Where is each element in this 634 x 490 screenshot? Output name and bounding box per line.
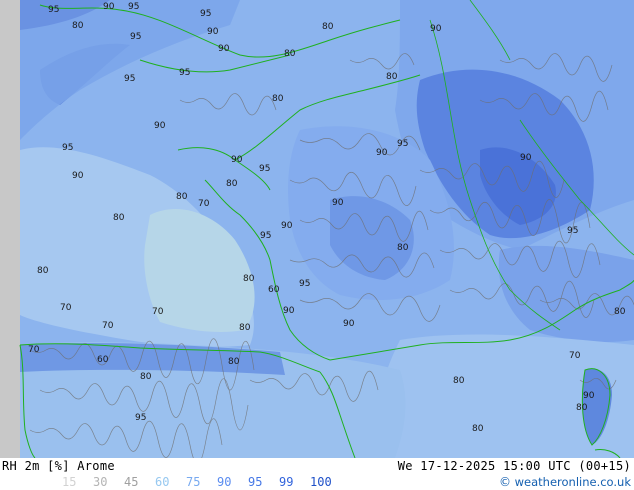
contour-label: 95	[48, 5, 59, 15]
contour-label: 80	[472, 424, 484, 434]
contour-label: 90	[376, 148, 388, 158]
valid-time: We 17-12-2025 15:00 UTC (00+15)	[397, 459, 631, 473]
contour-label: 80	[453, 376, 465, 386]
contour-label: 70	[28, 345, 40, 355]
contour-label: 80	[614, 307, 626, 317]
legend-value: 15	[62, 475, 77, 489]
contour-label: 80	[239, 323, 251, 333]
contour-label: 70	[198, 199, 210, 209]
contour-label: 80	[397, 243, 409, 253]
contour-label: 90	[520, 153, 532, 163]
contour-label: 90	[207, 27, 219, 37]
contour-label: 95	[128, 2, 139, 12]
contour-label: 95	[130, 32, 141, 42]
contour-label: 80	[576, 403, 588, 413]
map-title: RH 2m [%] Arome	[2, 459, 115, 473]
contour-label: 80	[284, 49, 296, 59]
contour-label: 80	[386, 72, 398, 82]
legend-value: 45	[124, 475, 139, 489]
contour-label: 90	[154, 121, 166, 131]
contour-label: 90	[283, 306, 295, 316]
legend-value: 99	[279, 475, 294, 489]
legend-value: 90	[217, 475, 232, 489]
contour-label: 95	[179, 68, 190, 78]
contour-label: 90	[231, 155, 243, 165]
weather-map: 95 90 95 80 95 90 95 80 90 95 80 90 80 9…	[0, 0, 634, 458]
legend-value: 30	[93, 475, 108, 489]
contour-label: 70	[60, 303, 72, 313]
credit-text: weatheronline.co.uk	[510, 475, 631, 489]
contour-label: 80	[37, 266, 49, 276]
contour-label: 95	[260, 231, 271, 241]
contour-label: 90	[281, 221, 293, 231]
legend-value: 60	[155, 475, 170, 489]
contour-label: 90	[218, 44, 230, 54]
contour-label: 80	[226, 179, 238, 189]
contour-label: 90	[72, 171, 84, 181]
contour-label: 80	[176, 192, 188, 202]
contour-label: 95	[259, 164, 270, 174]
contour-label: 90	[103, 2, 115, 12]
contour-label: 80	[322, 22, 334, 32]
contour-label: 90	[583, 391, 595, 401]
contour-label: 90	[343, 319, 355, 329]
credit-link[interactable]: © weatheronline.co.uk	[499, 475, 631, 489]
legend-value: 75	[186, 475, 201, 489]
contour-label: 80	[113, 213, 125, 223]
legend-value: 100	[310, 475, 332, 489]
contour-label: 95	[62, 143, 73, 153]
contour-label: 60	[268, 285, 280, 295]
contour-label: 95	[135, 413, 146, 423]
contour-label: 80	[243, 274, 255, 284]
contour-label: 90	[430, 24, 442, 34]
contour-label: 70	[569, 351, 581, 361]
legend-value: 95	[248, 475, 263, 489]
color-scale-legend: 15 30 45 60 75 90 95 99 100	[62, 475, 341, 489]
contour-label: 95	[124, 74, 135, 84]
copyright-symbol: ©	[498, 475, 511, 489]
contour-label: 95	[299, 279, 310, 289]
contour-label: 70	[152, 307, 164, 317]
contour-label: 80	[72, 21, 84, 31]
map-footer: RH 2m [%] Arome We 17-12-2025 15:00 UTC …	[0, 458, 634, 490]
contour-label: 70	[102, 321, 114, 331]
contour-label: 90	[332, 198, 344, 208]
contour-label: 60	[97, 355, 109, 365]
map-border-strip	[0, 0, 20, 458]
contour-label: 95	[397, 139, 408, 149]
contour-label: 80	[272, 94, 284, 104]
contour-label: 95	[567, 226, 578, 236]
contour-label: 95	[200, 9, 211, 19]
contour-label: 80	[140, 372, 152, 382]
contour-label: 80	[228, 357, 240, 367]
